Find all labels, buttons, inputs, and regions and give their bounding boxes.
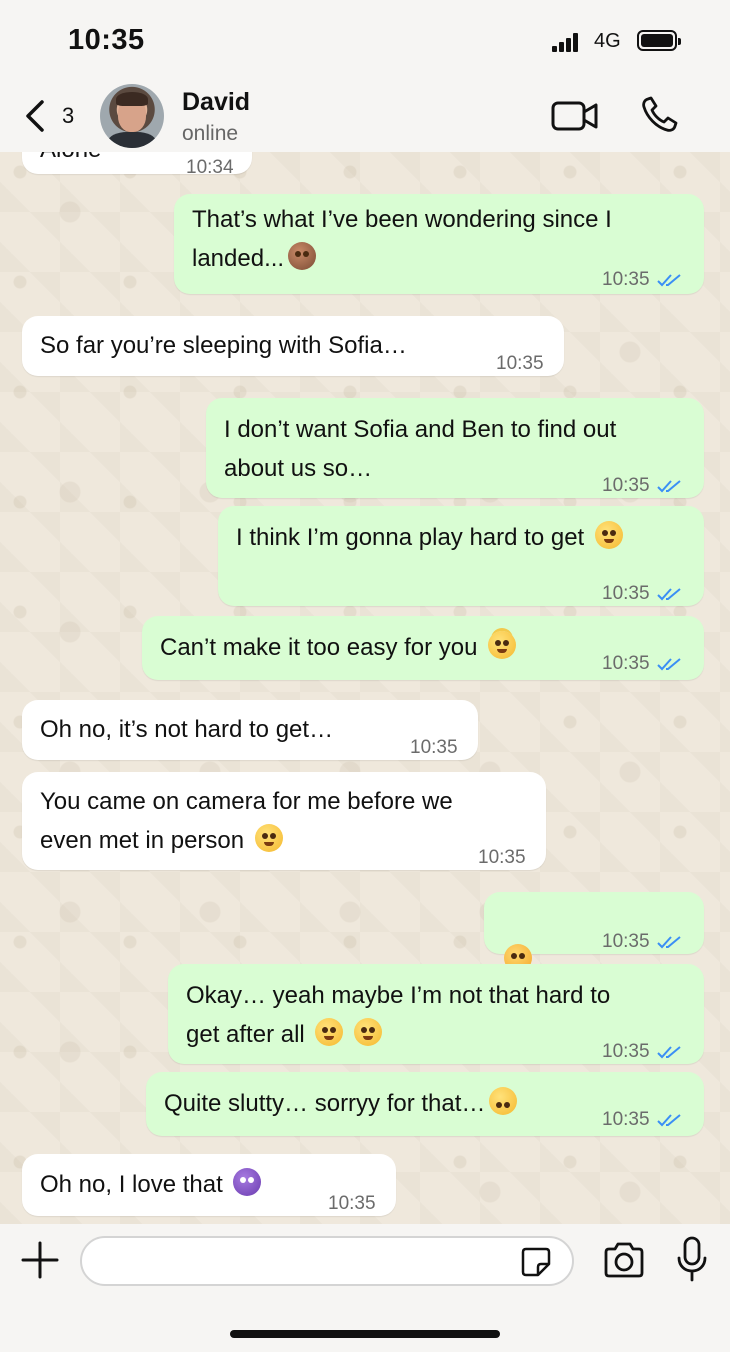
message-time: 10:35 [410, 737, 458, 758]
relieved-face-icon [254, 824, 283, 852]
message-text: That’s what I’ve been wondering since I … [192, 206, 612, 272]
smiling-face-with-halo-icon [488, 631, 517, 659]
message-time: 10:35 [602, 583, 650, 604]
video-camera-icon[interactable] [550, 98, 600, 134]
double-check-icon [656, 935, 681, 948]
message-time: 10:35 [478, 847, 526, 868]
contact-status: online [182, 122, 239, 145]
upside-down-face-icon [489, 1087, 518, 1115]
message-meta: 10:35 [602, 922, 682, 961]
chat-messages[interactable]: Alone 10:34 That’s what I’ve been wonder… [0, 152, 730, 1224]
see-no-evil-monkey-icon [288, 242, 317, 270]
message-time: 10:35 [602, 475, 650, 496]
message-time: 10:35 [602, 269, 650, 290]
battery-icon [637, 30, 681, 51]
message-time: 10:35 [602, 931, 650, 952]
message-outgoing[interactable]: That’s what I’ve been wondering since I … [174, 194, 704, 294]
chat-header: 3 David online [0, 80, 730, 152]
contact-name[interactable]: David [182, 88, 250, 117]
unread-count: 3 [62, 103, 75, 128]
message-incoming[interactable]: Oh no, I love that 10:35 [22, 1154, 396, 1216]
message-text: You came on camera for me before we even… [40, 788, 453, 854]
smiling-face-icon [594, 521, 623, 549]
message-outgoing[interactable]: 10:35 [484, 892, 704, 1011]
double-check-icon [656, 273, 681, 286]
double-check-icon [656, 479, 681, 492]
message-text: Alone [40, 152, 101, 169]
message-meta: 10:35 [602, 1032, 682, 1071]
message-text: Okay… yeah maybe I’m not that hard to ge… [186, 982, 611, 1048]
message-time: 10:35 [602, 1109, 650, 1130]
double-check-icon [656, 657, 681, 670]
back-button[interactable]: 3 [22, 96, 92, 136]
message-text: Can’t make it too easy for you [160, 628, 517, 667]
message-time: 10:35 [602, 653, 650, 674]
message-text: I think I’m gonna play hard to get [236, 518, 623, 557]
message-text: Oh no, it’s not hard to get… [40, 716, 334, 743]
message-outgoing[interactable]: I think I’m gonna play hard to get 10:35 [218, 506, 704, 606]
message-meta: 10:35 [602, 644, 682, 683]
message-text: I don’t want Sofia and Ben to find out a… [224, 416, 617, 482]
back-chevron-icon [26, 100, 44, 132]
double-check-icon [656, 1045, 681, 1058]
message-incoming[interactable]: Oh no, it’s not hard to get… 10:35 [22, 700, 478, 760]
message-meta: 10:35 [602, 574, 682, 613]
message-outgoing[interactable]: Can’t make it too easy for you 10:35 [142, 616, 704, 680]
squinting-tongue-face-icon [354, 1018, 383, 1046]
input-bar [0, 1224, 730, 1352]
message-meta: 10:35 [602, 466, 682, 505]
signal-icon [552, 32, 582, 52]
grinning-sweat-face-icon [315, 1018, 344, 1046]
message-time: 10:35 [496, 353, 544, 374]
message-outgoing[interactable]: I don’t want Sofia and Ben to find out a… [206, 398, 704, 498]
phone-icon[interactable] [640, 96, 678, 134]
message-incoming[interactable]: Alone 10:34 [22, 152, 252, 178]
message-outgoing[interactable]: Okay… yeah maybe I’m not that hard to ge… [168, 964, 704, 1064]
double-check-icon [656, 587, 681, 600]
message-meta: 10:35 [602, 1100, 682, 1139]
message-time: 10:35 [328, 1193, 376, 1214]
camera-icon[interactable] [602, 1240, 646, 1280]
network-label: 4G [594, 30, 621, 52]
status-bar: 10:35 4G [0, 0, 730, 80]
status-time: 10:35 [68, 24, 145, 56]
message-text: Quite slutty… sorryy for that… [164, 1084, 518, 1123]
sticker-icon[interactable] [520, 1246, 552, 1278]
home-indicator[interactable] [230, 1330, 500, 1338]
plus-icon[interactable] [20, 1240, 60, 1280]
message-input[interactable] [80, 1236, 574, 1286]
message-outgoing[interactable]: Quite slutty… sorryy for that… 10:35 [146, 1072, 704, 1136]
message-meta: 10:35 [602, 260, 682, 299]
message-incoming[interactable]: You came on camera for me before we even… [22, 772, 546, 870]
smiling-devil-icon [233, 1168, 262, 1196]
message-text: Oh no, I love that [40, 1165, 262, 1204]
avatar[interactable] [100, 84, 164, 148]
message-incoming[interactable]: So far you’re sleeping with Sofia… 10:35 [22, 316, 564, 376]
message-text: So far you’re sleeping with Sofia… [40, 332, 407, 359]
double-check-icon [656, 1113, 681, 1126]
message-time: 10:34 [186, 157, 234, 178]
microphone-icon[interactable] [676, 1236, 708, 1282]
message-time: 10:35 [602, 1041, 650, 1062]
